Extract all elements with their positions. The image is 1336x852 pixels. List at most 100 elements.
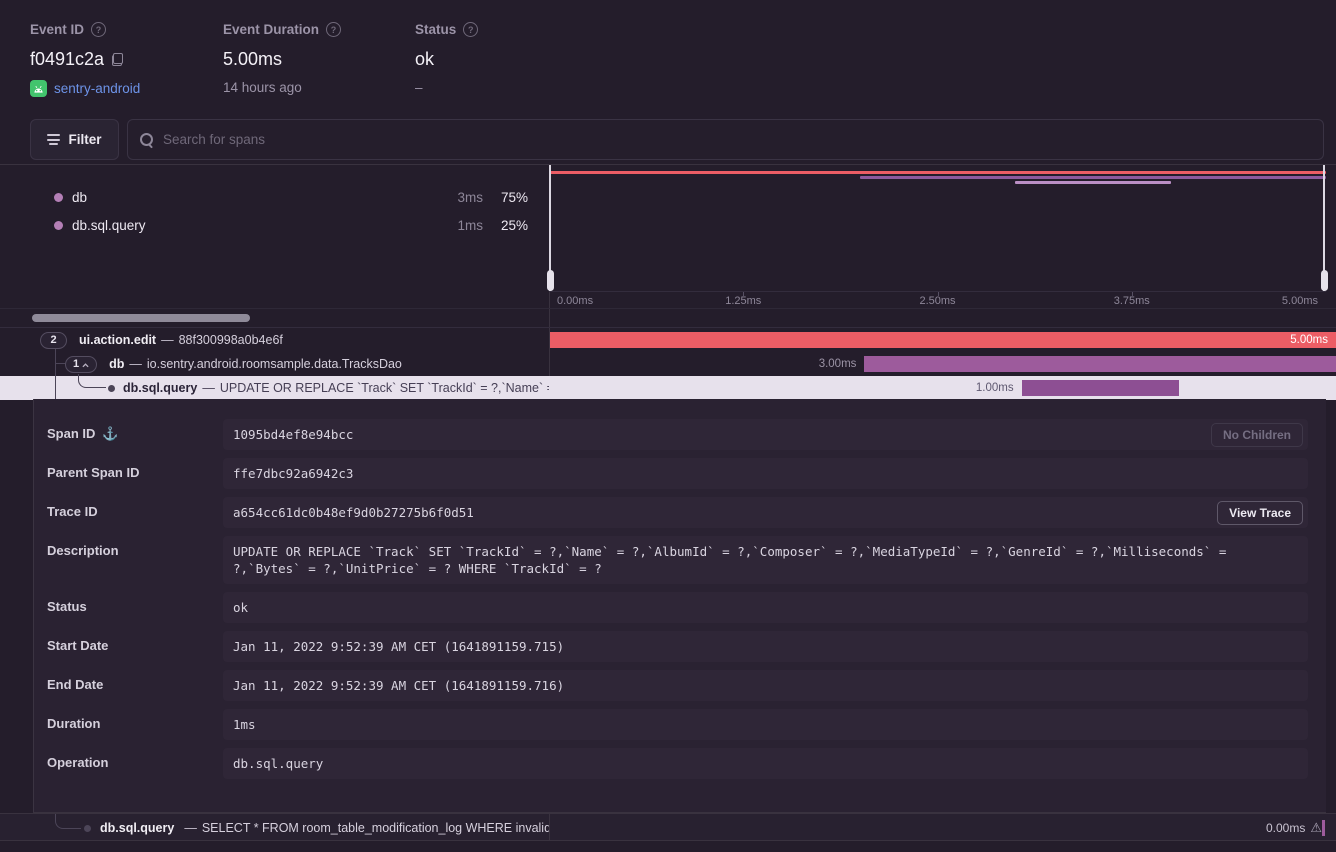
detail-row-status: Status ok — [47, 592, 1308, 623]
trace-view: db 3ms 75% db.sql.query 1ms 25% 0.00ms 1… — [0, 164, 1336, 840]
time-axis: 0.00ms 1.25ms 2.50ms 3.75ms 5.00ms — [549, 291, 1326, 308]
span-id-value: 1095bd4ef8e94bcc No Children — [223, 419, 1308, 450]
minimap-right-handle[interactable] — [1323, 165, 1325, 291]
minimap-span-line — [549, 171, 1326, 174]
trace-minimap[interactable] — [549, 165, 1326, 291]
operation-value: db.sql.query — [223, 748, 1308, 779]
span-bar[interactable] — [550, 332, 1336, 348]
status-value-box: ok — [223, 592, 1308, 623]
ops-breakdown-row-db-sql-query[interactable]: db.sql.query 1ms 25% — [0, 211, 549, 239]
help-icon[interactable]: ? — [326, 22, 341, 37]
help-icon[interactable]: ? — [91, 22, 106, 37]
span-bar[interactable] — [1022, 380, 1179, 396]
android-icon — [30, 80, 47, 97]
detail-label: Trace ID — [47, 504, 98, 519]
op-duration: 3ms — [423, 190, 483, 205]
children-count-badge-expanded[interactable]: 1 — [65, 356, 97, 373]
axis-tick: 1.25ms — [725, 295, 761, 307]
event-id-block: Event ID ? f0491c2a sentry-android — [30, 22, 140, 97]
span-row-db-sql-query-select[interactable]: db.sql.query — SELECT * FROM room_table_… — [0, 813, 1336, 841]
tree-scrollbar-track[interactable] — [0, 308, 1336, 327]
panel-divider — [549, 813, 550, 841]
trace-id-value: a654cc61dc0b48ef9d0b27275b6f0d51 View Tr… — [223, 497, 1308, 528]
duration-value: 1ms — [223, 709, 1308, 740]
axis-tick: 2.50ms — [919, 295, 955, 307]
detail-row-span-id: Span ID ⚓ 1095bd4ef8e94bcc No Children — [47, 419, 1308, 450]
zero-width-span-bar[interactable] — [1322, 820, 1325, 836]
detail-row-trace-id: Trace ID a654cc61dc0b48ef9d0b27275b6f0d5… — [47, 497, 1308, 528]
event-duration-label: Event Duration — [223, 22, 319, 37]
status-label: Status — [415, 22, 456, 37]
op-percent: 25% — [488, 218, 528, 233]
detail-label: Start Date — [47, 638, 108, 653]
minimap-span-line — [860, 176, 1326, 179]
axis-tick: 5.00ms — [1282, 295, 1318, 307]
status-value: ok — [415, 49, 434, 70]
detail-row-operation: Operation db.sql.query — [47, 748, 1308, 779]
op-color-dot — [54, 221, 63, 230]
minimap-span-line — [1015, 181, 1170, 184]
axis-tick: 3.75ms — [1114, 295, 1150, 307]
axis-tick: 0.00ms — [557, 295, 593, 307]
detail-row-description: Description UPDATE OR REPLACE `Track` SE… — [47, 536, 1308, 584]
detail-label: Span ID — [47, 426, 95, 441]
op-duration: 1ms — [423, 218, 483, 233]
span-desc: 88f300998a0b4e6f — [179, 333, 283, 347]
children-count-badge[interactable]: 2 — [40, 332, 67, 349]
start-date-value: Jan 11, 2022 9:52:39 AM CET (1641891159.… — [223, 631, 1308, 662]
detail-label: Status — [47, 599, 87, 614]
span-op: db — [109, 357, 124, 371]
event-id-label-row: Event ID ? — [30, 22, 140, 37]
event-id-label: Event ID — [30, 22, 84, 37]
status-sub: – — [415, 80, 423, 95]
op-name: db.sql.query — [72, 218, 146, 233]
copy-icon[interactable] — [112, 53, 123, 66]
span-op: ui.action.edit — [79, 333, 156, 347]
span-op: db.sql.query — [123, 381, 197, 395]
span-desc: UPDATE OR REPLACE `Track` SET `TrackId` … — [220, 381, 549, 395]
detail-row-parent-span-id: Parent Span ID ffe7dbc92a6942c3 — [47, 458, 1308, 489]
detail-label: Operation — [47, 755, 108, 770]
search-input[interactable] — [163, 132, 1311, 147]
span-row-ui-action-edit[interactable]: 2 ui.action.edit — 88f300998a0b4e6f 5.00… — [0, 328, 1336, 352]
detail-row-duration: Duration 1ms — [47, 709, 1308, 740]
event-duration-value: 5.00ms — [223, 49, 282, 70]
span-bar[interactable] — [864, 356, 1336, 372]
status-block: Status ? ok – — [415, 22, 478, 95]
span-details-panel: Span ID ⚓ 1095bd4ef8e94bcc No Children P… — [33, 399, 1326, 813]
span-search[interactable] — [127, 119, 1324, 160]
detail-label: Description — [47, 543, 119, 558]
ops-breakdown-row-db[interactable]: db 3ms 75% — [0, 183, 549, 211]
filter-button-label: Filter — [68, 132, 101, 147]
span-op: db.sql.query — [100, 821, 174, 835]
anchor-icon[interactable]: ⚓ — [102, 426, 118, 442]
parent-span-id-value: ffe7dbc92a6942c3 — [223, 458, 1308, 489]
span-row-db[interactable]: 1 db — io.sentry.android.roomsample.data… — [0, 352, 1336, 376]
detail-label: End Date — [47, 677, 103, 692]
span-tree: 2 ui.action.edit — 88f300998a0b4e6f 5.00… — [0, 327, 1336, 400]
span-detail-page: Event ID ? f0491c2a sentry-android Event… — [0, 0, 1336, 852]
op-percent: 75% — [488, 190, 528, 205]
span-desc: SELECT * FROM room_table_modification_lo… — [202, 821, 549, 835]
tree-scrollbar-thumb[interactable] — [32, 314, 250, 322]
detail-label: Duration — [47, 716, 100, 731]
ops-breakdown: db 3ms 75% db.sql.query 1ms 25% — [0, 183, 549, 239]
span-duration: 3.00ms — [819, 352, 857, 376]
minimap-left-handle[interactable] — [549, 165, 551, 291]
span-duration: 1.00ms — [976, 376, 1014, 400]
event-age: 14 hours ago — [223, 80, 302, 95]
warning-icon: ⚠ — [1310, 820, 1322, 836]
span-duration: 0.00ms — [1266, 821, 1305, 835]
detail-row-start-date: Start Date Jan 11, 2022 9:52:39 AM CET (… — [47, 631, 1308, 662]
filter-icon — [47, 134, 60, 145]
help-icon[interactable]: ? — [463, 22, 478, 37]
project-link[interactable]: sentry-android — [54, 81, 140, 96]
op-name: db — [72, 190, 87, 205]
span-row-db-sql-query-selected[interactable]: db.sql.query — UPDATE OR REPLACE `Track`… — [0, 376, 1336, 400]
filter-button[interactable]: Filter — [30, 119, 119, 160]
op-color-dot — [54, 193, 63, 202]
event-duration-block: Event Duration ? 5.00ms 14 hours ago — [223, 22, 341, 95]
detail-row-end-date: End Date Jan 11, 2022 9:52:39 AM CET (16… — [47, 670, 1308, 701]
chevron-up-icon — [82, 362, 89, 369]
view-trace-button[interactable]: View Trace — [1217, 501, 1303, 525]
